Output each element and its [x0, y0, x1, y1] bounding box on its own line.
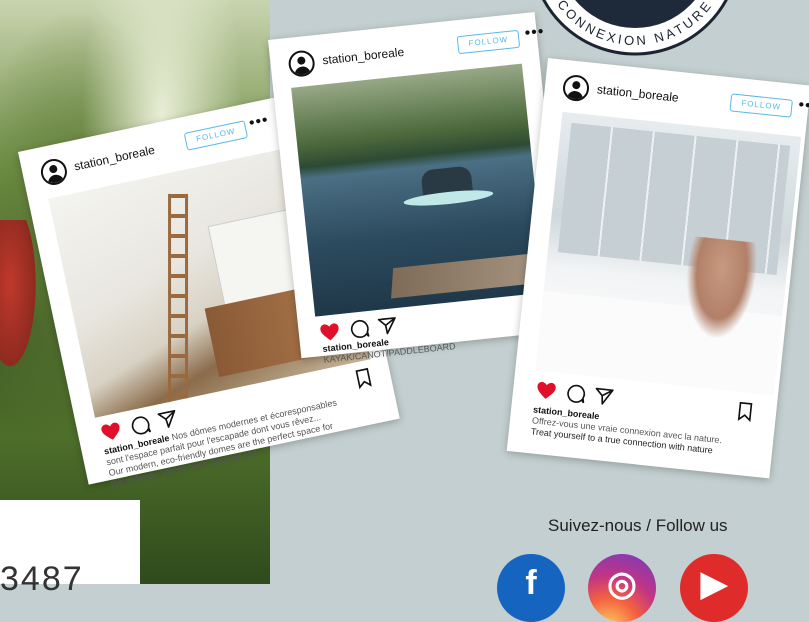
person-in-red: [0, 220, 40, 380]
couple: [679, 235, 760, 343]
partial-number: 3487: [0, 560, 84, 598]
instagram-glyph: ◎: [607, 565, 637, 603]
facebook-icon[interactable]: f: [497, 554, 565, 622]
brand-badge: CONNEXION NATURE: [542, 0, 728, 56]
instagram-icon[interactable]: ◎: [588, 554, 656, 622]
bookmark-icon[interactable]: [733, 399, 757, 423]
follow-button[interactable]: FOLLOW: [729, 93, 793, 118]
share-icon[interactable]: [592, 385, 616, 409]
comment-icon[interactable]: [127, 412, 153, 438]
post-photo-couple-bed: [535, 111, 802, 396]
more-options-icon[interactable]: •••: [247, 111, 270, 133]
follow-button[interactable]: FOLLOW: [183, 120, 249, 151]
bookmark-icon[interactable]: [351, 365, 377, 391]
post-photo-kayak-lake: [291, 63, 546, 317]
post-username[interactable]: station_boreale: [73, 143, 156, 174]
share-icon[interactable]: [375, 314, 399, 338]
avatar-icon[interactable]: [287, 49, 316, 78]
youtube-glyph: ▶: [700, 565, 728, 603]
post-username[interactable]: station_boreale: [322, 45, 405, 68]
post-username[interactable]: station_boreale: [596, 82, 679, 105]
loft-ladder: [168, 193, 189, 404]
youtube-icon[interactable]: ▶: [680, 554, 748, 622]
comment-icon[interactable]: [564, 382, 588, 406]
comment-icon[interactable]: [348, 317, 372, 341]
avatar-icon[interactable]: [561, 73, 591, 103]
instagram-post-bed: station_boreale FOLLOW ••• station_borea…: [506, 58, 809, 479]
heart-icon[interactable]: [534, 379, 558, 403]
heart-icon[interactable]: [98, 419, 124, 445]
avatar-icon[interactable]: [38, 156, 70, 188]
heart-icon[interactable]: [318, 320, 342, 344]
follow-button[interactable]: FOLLOW: [456, 29, 521, 55]
more-options-icon[interactable]: •••: [797, 96, 809, 116]
more-options-icon[interactable]: •••: [524, 23, 546, 43]
share-icon[interactable]: [155, 407, 181, 433]
follow-us-heading: Suivez-nous / Follow us: [548, 516, 728, 535]
